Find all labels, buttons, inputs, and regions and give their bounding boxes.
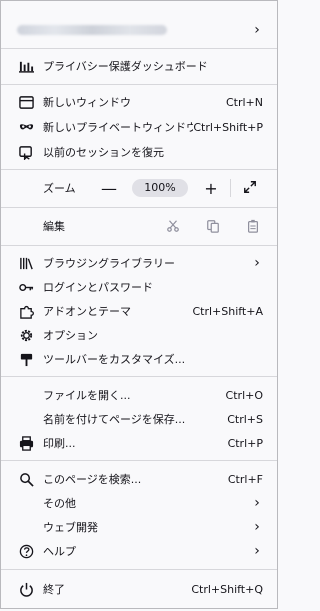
save-page-shortcut: Ctrl+S xyxy=(227,412,263,426)
print-label: 印刷... xyxy=(43,437,76,450)
find-in-page-shortcut: Ctrl+F xyxy=(227,472,263,486)
help-label: ヘルプ xyxy=(43,545,76,558)
separator xyxy=(1,48,277,49)
new-window-label: 新しいウィンドウ xyxy=(43,96,131,109)
quit-label: 終了 xyxy=(43,583,65,596)
chevron-right-icon: › xyxy=(254,519,260,535)
chevron-right-icon: › xyxy=(254,543,260,559)
scissors-icon[interactable] xyxy=(163,219,183,233)
logins-item[interactable]: ログインとパスワード xyxy=(1,276,277,298)
separator xyxy=(1,207,277,208)
restore-session-item[interactable]: 以前のセッションを復元 xyxy=(1,141,277,163)
library-icon xyxy=(17,254,35,272)
save-page-label: 名前を付けてページを保存... xyxy=(43,413,186,426)
options-label: オプション xyxy=(43,329,98,342)
zoom-row: ズーム — 100% + xyxy=(1,176,277,200)
new-private-window-label: 新しいプライベートウィンドウ xyxy=(43,121,194,134)
print-shortcut: Ctrl+P xyxy=(227,436,263,450)
separator xyxy=(1,169,277,170)
library-item[interactable]: ブラウジングライブラリー › xyxy=(1,252,277,274)
new-private-window-shortcut: Ctrl+Shift+P xyxy=(193,120,263,134)
bar-chart-icon xyxy=(17,57,35,75)
window-icon xyxy=(17,93,35,111)
logins-label: ログインとパスワード xyxy=(43,281,153,294)
app-menu-panel: › プライバシー保護ダッシュボード 新しいウィンドウ Ctrl+N 新しいプライ… xyxy=(0,0,278,609)
gear-icon xyxy=(17,326,35,344)
paintbrush-icon xyxy=(17,350,35,368)
zoom-divider xyxy=(230,179,231,197)
options-item[interactable]: オプション xyxy=(1,324,277,346)
save-page-item[interactable]: 名前を付けてページを保存... Ctrl+S xyxy=(1,408,277,430)
zoom-label: ズーム xyxy=(43,182,76,195)
search-icon xyxy=(17,470,35,488)
printer-icon xyxy=(17,434,35,452)
addons-shortcut: Ctrl+Shift+A xyxy=(192,304,263,318)
library-label: ブラウジングライブラリー xyxy=(43,257,175,270)
account-email-blurred xyxy=(17,25,167,35)
open-file-shortcut: Ctrl+O xyxy=(225,388,263,402)
privacy-dashboard-item[interactable]: プライバシー保護ダッシュボード xyxy=(1,55,277,77)
find-in-page-item[interactable]: このページを検索... Ctrl+F xyxy=(1,468,277,490)
restore-session-label: 以前のセッションを復元 xyxy=(43,146,164,159)
more-item[interactable]: その他 › xyxy=(1,492,277,514)
edit-controls xyxy=(163,219,263,233)
key-icon xyxy=(17,278,35,296)
fullscreen-icon[interactable] xyxy=(237,179,263,198)
zoom-in-button[interactable]: + xyxy=(198,179,224,198)
open-file-item[interactable]: ファイルを開く... Ctrl+O xyxy=(1,384,277,406)
chevron-right-icon: › xyxy=(254,22,260,38)
customize-toolbar-item[interactable]: ツールバーをカスタマイズ... xyxy=(1,348,277,370)
chevron-right-icon: › xyxy=(254,255,260,271)
help-item[interactable]: ヘルプ › xyxy=(1,540,277,562)
paste-icon[interactable] xyxy=(243,219,263,233)
quit-item[interactable]: 終了 Ctrl+Shift+Q xyxy=(1,578,277,600)
new-window-shortcut: Ctrl+N xyxy=(225,95,263,109)
copy-icon[interactable] xyxy=(203,219,223,233)
web-developer-item[interactable]: ウェブ開発 › xyxy=(1,516,277,538)
restore-session-icon xyxy=(17,143,35,161)
separator xyxy=(1,569,277,570)
print-item[interactable]: 印刷... Ctrl+P xyxy=(1,432,277,454)
chevron-right-icon: › xyxy=(254,495,260,511)
edit-label: 編集 xyxy=(43,220,65,233)
help-icon xyxy=(17,542,35,560)
find-in-page-label: このページを検索... xyxy=(43,473,142,486)
customize-toolbar-label: ツールバーをカスタマイズ... xyxy=(43,353,186,366)
separator xyxy=(1,84,277,85)
privacy-dashboard-label: プライバシー保護ダッシュボード xyxy=(43,60,208,73)
addons-item[interactable]: アドオンとテーマ Ctrl+Shift+A xyxy=(1,300,277,322)
zoom-reset-button[interactable]: 100% xyxy=(132,179,188,197)
zoom-controls: — 100% + xyxy=(96,179,263,198)
separator xyxy=(1,245,277,246)
addons-label: アドオンとテーマ xyxy=(43,305,131,318)
power-icon xyxy=(17,580,35,598)
quit-shortcut: Ctrl+Shift+Q xyxy=(191,582,263,596)
more-label: その他 xyxy=(43,497,76,510)
puzzle-icon xyxy=(17,302,35,320)
web-developer-label: ウェブ開発 xyxy=(43,521,98,534)
new-private-window-item[interactable]: 新しいプライベートウィンドウ Ctrl+Shift+P xyxy=(1,116,277,138)
edit-row: 編集 xyxy=(1,214,277,238)
open-file-label: ファイルを開く... xyxy=(43,389,131,402)
account-row[interactable]: › xyxy=(1,19,277,41)
private-mask-icon xyxy=(17,118,35,136)
separator xyxy=(1,376,277,377)
new-window-item[interactable]: 新しいウィンドウ Ctrl+N xyxy=(1,91,277,113)
zoom-out-button[interactable]: — xyxy=(96,179,122,198)
separator xyxy=(1,460,277,461)
